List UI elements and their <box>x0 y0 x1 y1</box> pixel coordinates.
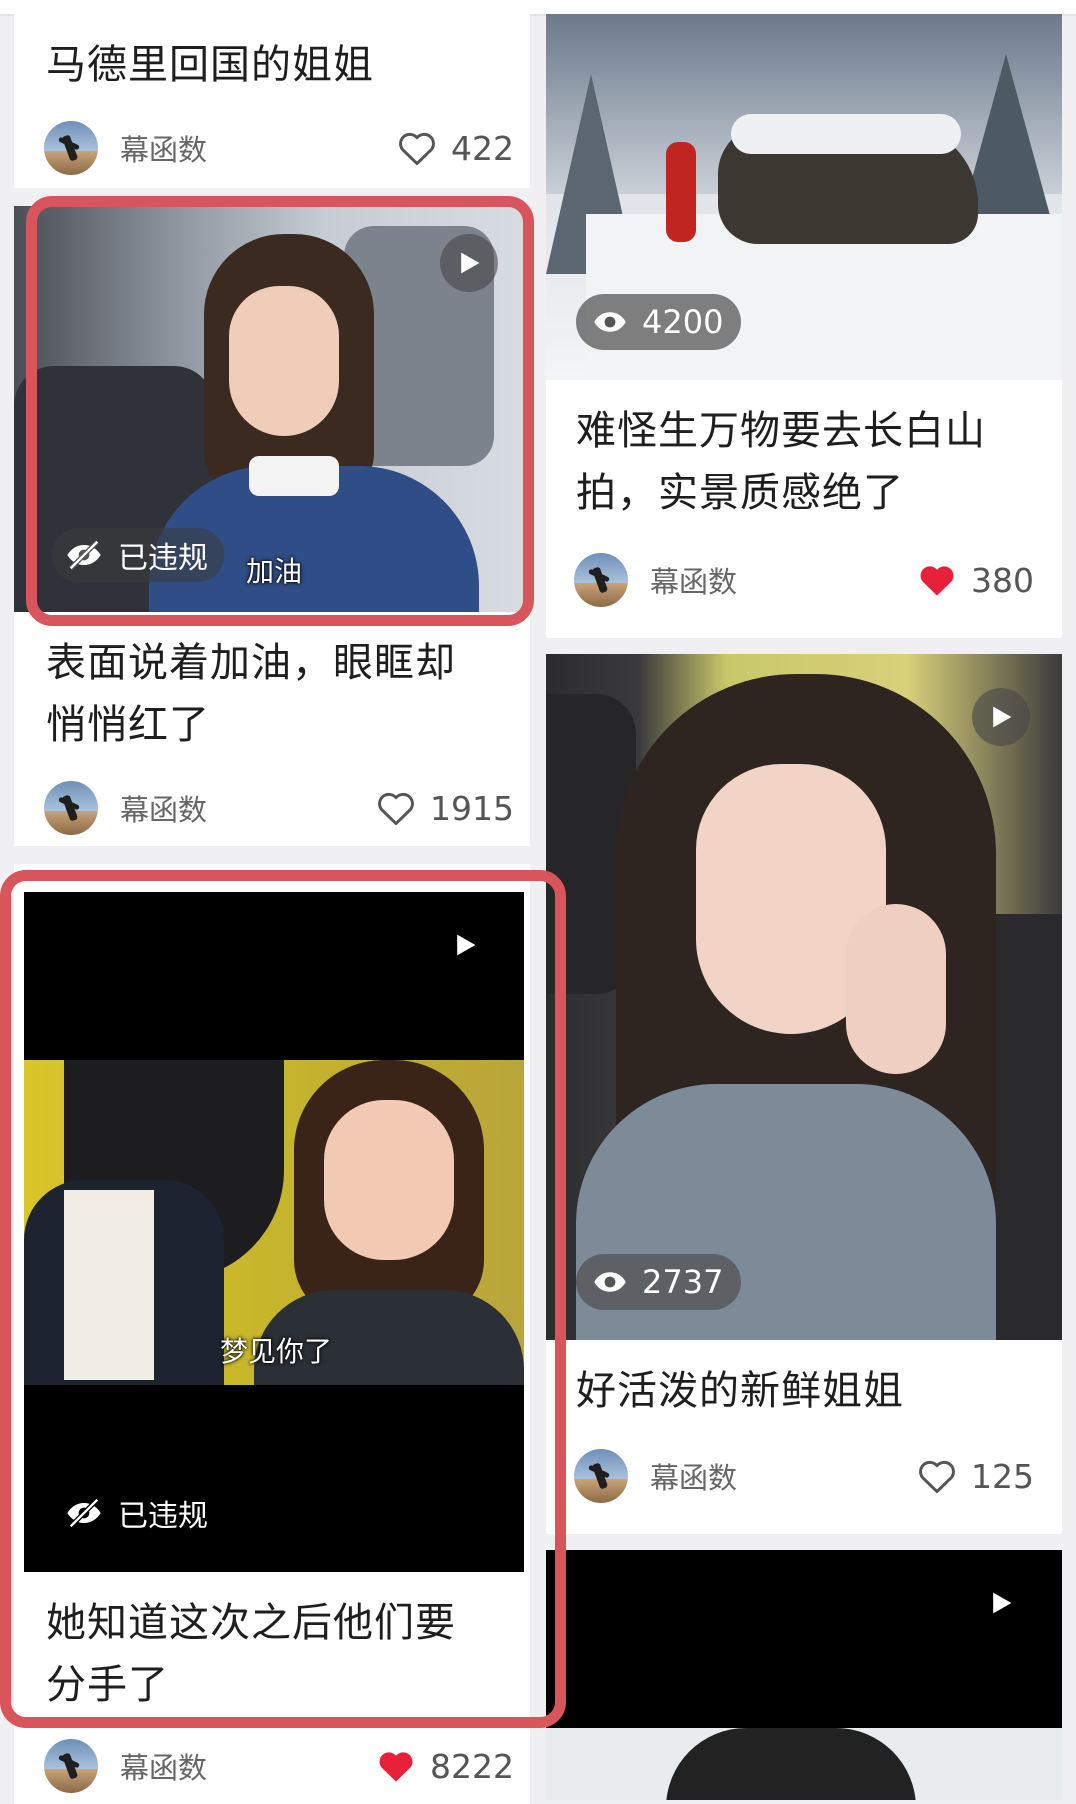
heart-outline-icon <box>378 792 414 826</box>
video-thumbnail[interactable]: 已违规 加油 <box>14 206 530 612</box>
feed-card-2[interactable]: 已违规 加油 表面说着加油，眼眶却 悄悄红了 幕函数 1915 <box>14 206 530 846</box>
card-title: 马德里回国的姐姐 <box>46 42 374 88</box>
card-title: 好活泼的新鲜姐姐 <box>576 1368 904 1414</box>
like-button[interactable]: 125 <box>915 1446 1034 1506</box>
play-button[interactable] <box>972 1574 1030 1632</box>
author-row[interactable]: 幕函数 <box>44 1736 207 1796</box>
video-thumbnail[interactable]: 4200 <box>546 14 1062 380</box>
avatar <box>44 1739 98 1793</box>
feed-card-5[interactable]: 2737 好活泼的新鲜姐姐 幕函数 125 <box>546 654 1062 1534</box>
heart-outline-icon <box>399 132 435 166</box>
like-count: 422 <box>451 128 514 168</box>
feed-card-3[interactable]: 梦见你了 已违规 她知道这次之后他们要 分手了 幕函数 8222 <box>14 864 530 1804</box>
video-thumbnail[interactable] <box>546 1550 1062 1800</box>
violation-badge: 已违规 <box>52 528 224 582</box>
author-name: 幕函数 <box>120 133 208 167</box>
heart-outline-icon <box>919 1460 955 1494</box>
author-row[interactable]: 幕函数 <box>44 778 207 838</box>
eye-icon <box>594 1272 626 1292</box>
view-count-badge: 2737 <box>576 1254 742 1310</box>
play-button[interactable] <box>972 688 1030 746</box>
author-name: 幕函数 <box>650 1461 738 1495</box>
author-name: 幕函数 <box>650 565 738 599</box>
view-count: 4200 <box>642 303 724 341</box>
author-row[interactable]: 幕函数 <box>574 550 737 610</box>
avatar <box>44 121 98 175</box>
video-thumbnail[interactable]: 2737 <box>546 654 1062 1340</box>
like-count: 8222 <box>430 1746 514 1786</box>
author-name: 幕函数 <box>120 793 208 827</box>
like-button[interactable]: 8222 <box>374 1736 514 1796</box>
feed-card-1[interactable]: 马德里回国的姐姐 幕函数 422 <box>14 14 530 188</box>
card-title: 难怪生万物要去长白山 拍，实景质感绝了 <box>576 408 986 516</box>
view-count-badge: 4200 <box>576 294 742 350</box>
author-row[interactable]: 幕函数 <box>44 118 207 178</box>
hidden-eye-icon <box>67 539 101 571</box>
like-button[interactable]: 1915 <box>374 778 514 838</box>
video-subtitle: 加油 <box>246 555 303 588</box>
play-icon <box>993 706 1012 728</box>
author-name: 幕函数 <box>120 1751 208 1785</box>
play-icon <box>993 1592 1012 1614</box>
violation-label: 已违规 <box>118 541 208 576</box>
video-subtitle: 梦见你了 <box>220 1335 333 1368</box>
card-title: 她知道这次之后他们要 分手了 <box>46 1600 456 1708</box>
violation-label: 已违规 <box>118 1499 208 1534</box>
video-thumbnail[interactable]: 梦见你了 已违规 <box>24 892 524 1572</box>
eye-icon <box>594 312 626 332</box>
heart-filled-icon <box>379 1752 413 1782</box>
like-button[interactable]: 380 <box>915 550 1034 610</box>
avatar <box>44 781 98 835</box>
feed-card-4[interactable]: 4200 难怪生万物要去长白山 拍，实景质感绝了 幕函数 380 <box>546 14 1062 638</box>
violation-badge: 已违规 <box>52 1486 224 1540</box>
play-icon <box>461 252 480 274</box>
like-count: 1915 <box>430 788 514 828</box>
avatar <box>574 1449 628 1503</box>
play-icon <box>457 934 476 956</box>
hidden-eye-icon <box>67 1497 101 1529</box>
play-button[interactable] <box>436 916 494 974</box>
like-count: 125 <box>971 1456 1034 1496</box>
like-count: 380 <box>971 560 1034 600</box>
card-title: 表面说着加油，眼眶却 悄悄红了 <box>46 640 456 748</box>
author-row[interactable]: 幕函数 <box>574 1446 737 1506</box>
heart-filled-icon <box>920 566 954 596</box>
like-button[interactable]: 422 <box>395 118 514 178</box>
play-button[interactable] <box>440 234 498 292</box>
avatar <box>574 553 628 607</box>
feed-card-6[interactable] <box>546 1550 1062 1800</box>
view-count: 2737 <box>642 1263 724 1301</box>
